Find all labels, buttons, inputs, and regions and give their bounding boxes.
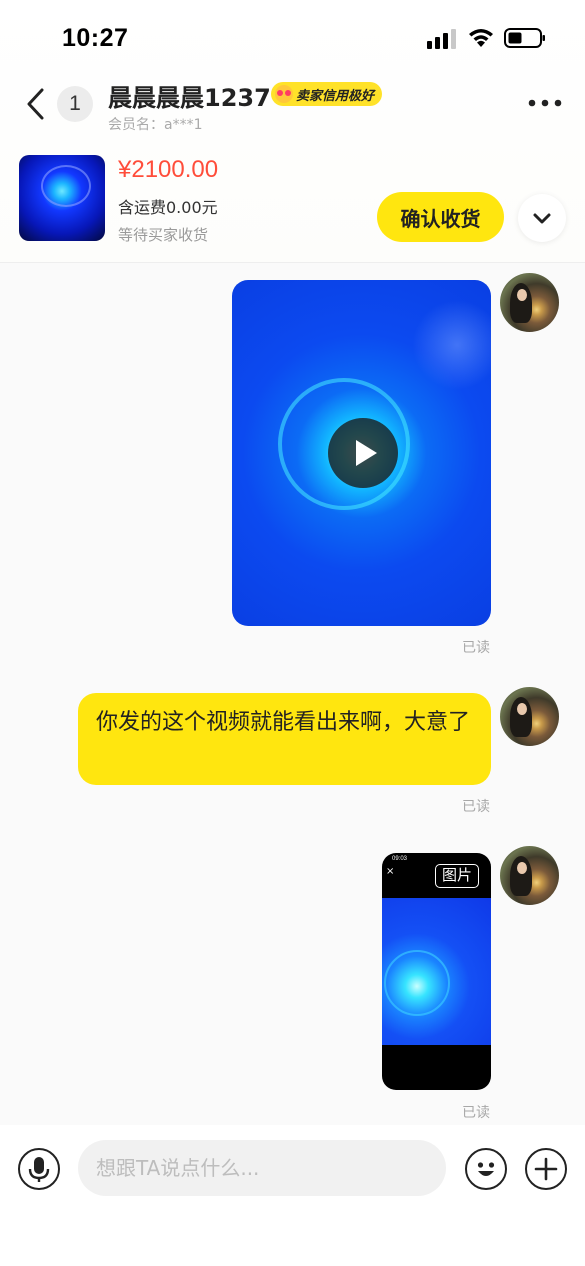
image-close-icon: × (386, 866, 395, 877)
chevron-down-icon (533, 213, 551, 224)
emoji-button[interactable] (465, 1148, 507, 1190)
read-receipt: 已读 (462, 640, 490, 656)
member-name-label: 会员名：a***1 (108, 117, 203, 133)
emoji-icon (477, 1162, 495, 1176)
contact-name: 晨晨晨晨1237 (108, 84, 271, 112)
voice-button[interactable] (18, 1148, 60, 1190)
text-message-bubble[interactable]: 你发的这个视频就能看出来啊，大意了 (78, 693, 491, 785)
battery-icon (504, 28, 545, 48)
image-message[interactable]: 09:03 × 图片 (382, 853, 491, 1090)
heart-eyes-emoji-icon (275, 85, 293, 103)
credit-badge-label: 卖家信用极好 (296, 88, 375, 104)
image-tag: 图片 (435, 864, 479, 888)
product-price: ¥2100.00 (118, 156, 219, 183)
seller-credit-badge[interactable]: 卖家信用极好 (271, 82, 383, 106)
more-icon[interactable] (528, 96, 562, 110)
avatar[interactable] (500, 273, 559, 332)
signal-icon (427, 29, 456, 49)
read-receipt: 已读 (462, 799, 490, 815)
image-content (382, 898, 491, 1045)
shipping-fee-label: 含运费0.00元 (118, 198, 218, 217)
video-message[interactable] (232, 280, 491, 626)
back-icon[interactable] (22, 86, 52, 122)
header-divider (0, 262, 585, 263)
product-thumbnail[interactable] (19, 155, 105, 241)
expand-order-button[interactable] (518, 194, 566, 242)
status-time: 10:27 (62, 24, 129, 52)
more-actions-button[interactable] (525, 1148, 567, 1190)
microphone-icon (28, 1157, 50, 1182)
video-glow (412, 300, 491, 390)
wifi-icon (469, 29, 493, 47)
avatar[interactable] (500, 687, 559, 746)
status-bar: 10:27 (0, 0, 585, 70)
avatar[interactable] (500, 846, 559, 905)
image-status-time: 09:03 (392, 856, 408, 862)
message-input[interactable] (78, 1140, 446, 1196)
read-receipt: 已读 (462, 1105, 490, 1121)
play-icon[interactable] (328, 418, 398, 488)
plus-icon (534, 1157, 558, 1181)
unread-count-badge[interactable]: 1 (57, 86, 93, 122)
order-status: 等待买家收货 (118, 226, 209, 244)
confirm-receipt-button[interactable]: 确认收货 (377, 192, 504, 242)
